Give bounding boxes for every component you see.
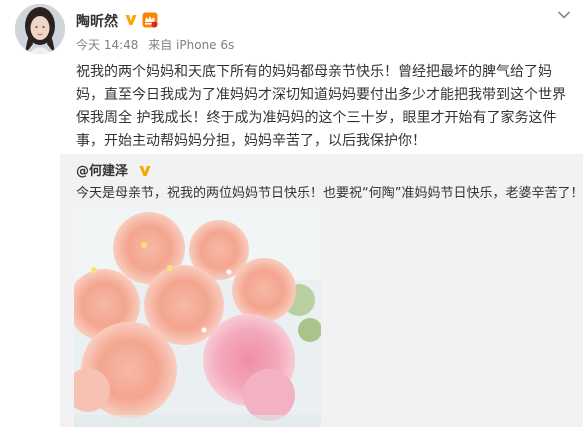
repost-text: 今天是母亲节，祝我的两位妈妈节日快乐！也要祝“何陶”准妈妈节日快乐，老婆辛苦了！ bbox=[76, 186, 583, 201]
verified-icon bbox=[125, 15, 137, 25]
post-text: 祝我的两个妈妈和天底下所有的妈妈都母亲节快乐！曾经把最坏的脾气给了妈妈，直至今日… bbox=[76, 64, 566, 149]
repost-card[interactable]: @何建泽 今天是母亲节，祝我的两位妈妈节日快乐！也要祝“何陶”准妈妈节日快乐，老… bbox=[60, 154, 583, 427]
weibo-post: 陶昕然 今天 14:48 来自 iPhone 6s 祝我的两个妈妈和天底下所有的… bbox=[0, 0, 583, 427]
repost-author[interactable]: @何建泽 bbox=[76, 164, 128, 180]
verified-icon bbox=[139, 166, 151, 176]
repost-image[interactable] bbox=[74, 210, 321, 427]
post-source[interactable]: 来自 iPhone 6s bbox=[148, 38, 234, 52]
vip-member-icon[interactable] bbox=[142, 12, 158, 28]
post-meta: 今天 14:48 来自 iPhone 6s bbox=[76, 38, 240, 52]
carnation-bouquet-image bbox=[74, 210, 321, 427]
post-time[interactable]: 今天 14:48 bbox=[76, 38, 138, 52]
avatar[interactable] bbox=[15, 4, 65, 54]
username[interactable]: 陶昕然 bbox=[76, 14, 118, 30]
avatar-photo-icon bbox=[15, 4, 65, 54]
chevron-down-icon[interactable] bbox=[557, 10, 571, 20]
